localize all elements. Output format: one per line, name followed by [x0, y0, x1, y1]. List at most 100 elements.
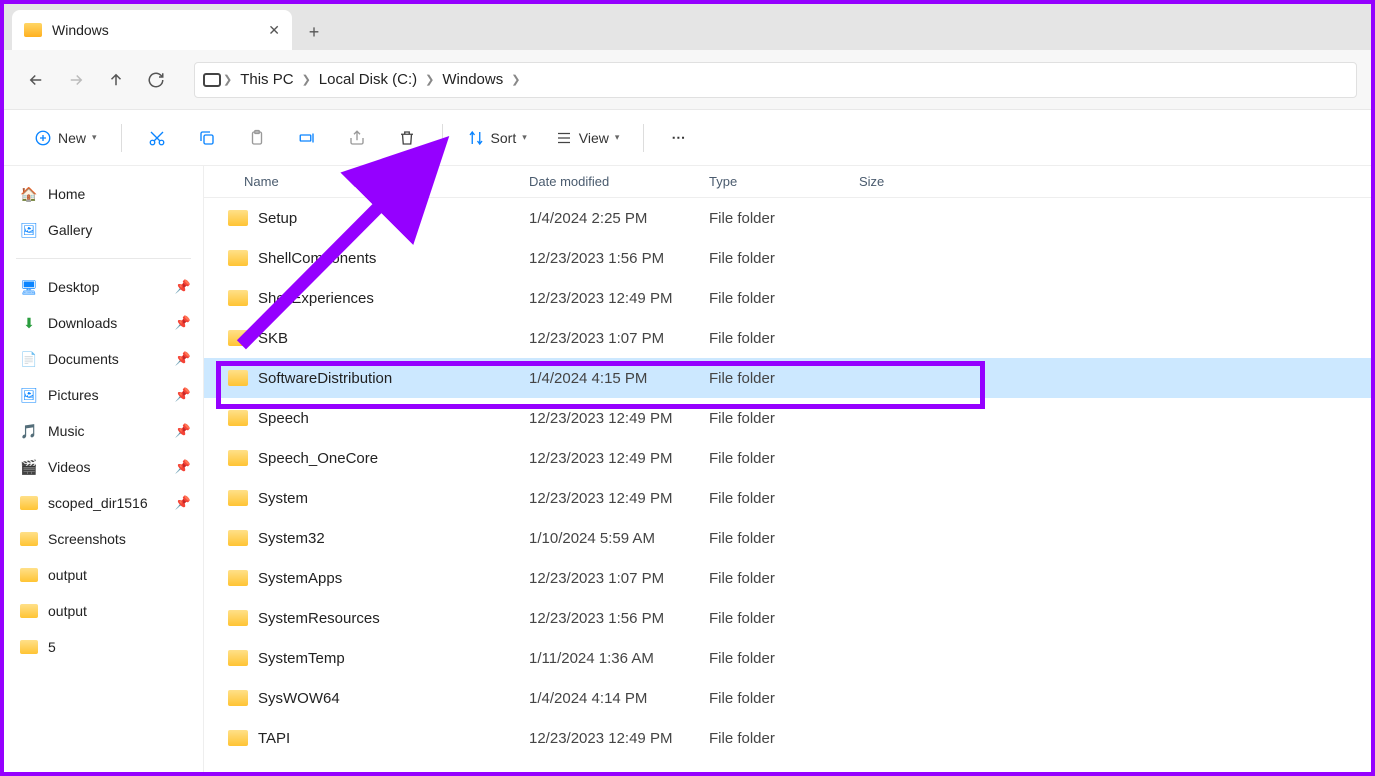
home-icon: 🏠 [20, 185, 38, 203]
file-row[interactable]: Speech_OneCore12/23/2023 12:49 PMFile fo… [204, 438, 1371, 478]
file-row[interactable]: SoftwareDistribution1/4/2024 4:15 PMFile… [204, 358, 1371, 398]
sidebar-label: Home [48, 186, 85, 202]
copy-button[interactable] [186, 120, 228, 156]
file-type: File folder [709, 570, 859, 587]
file-type: File folder [709, 370, 859, 387]
file-name: System32 [258, 530, 529, 547]
forward-button[interactable] [58, 62, 94, 98]
file-row[interactable]: ShellComponents12/23/2023 1:56 PMFile fo… [204, 238, 1371, 278]
sidebar-item-videos[interactable]: 🎬Videos📌 [10, 449, 197, 485]
nav-bar: ❯ This PC ❯ Local Disk (C:) ❯ Windows ❯ [4, 50, 1371, 110]
file-date: 1/4/2024 4:15 PM [529, 370, 709, 387]
separator [643, 124, 644, 152]
download-icon: ⬇ [20, 314, 38, 332]
file-row[interactable]: System321/10/2024 5:59 AMFile folder [204, 518, 1371, 558]
monitor-icon [203, 73, 221, 87]
file-row[interactable]: SKB12/23/2023 1:07 PMFile folder [204, 318, 1371, 358]
column-date[interactable]: Date modified [529, 174, 709, 189]
file-date: 12/23/2023 1:07 PM [529, 570, 709, 587]
folder-icon [20, 604, 38, 618]
sidebar-item-screenshots[interactable]: Screenshots [10, 521, 197, 557]
column-type[interactable]: Type [709, 174, 859, 189]
column-size[interactable]: Size [859, 174, 939, 189]
view-label: View [579, 130, 609, 146]
sort-label: Sort [491, 130, 517, 146]
folder-icon [228, 330, 248, 346]
file-row[interactable]: System12/23/2023 12:49 PMFile folder [204, 478, 1371, 518]
folder-icon [228, 690, 248, 706]
file-row[interactable]: Speech12/23/2023 12:49 PMFile folder [204, 398, 1371, 438]
sidebar-label: output [48, 603, 87, 619]
breadcrumb-this-pc[interactable]: This PC [234, 71, 299, 88]
breadcrumb-windows[interactable]: Windows [436, 71, 509, 88]
file-name: SKB [258, 330, 529, 347]
pin-icon: 📌 [175, 423, 191, 439]
pin-icon: 📌 [175, 351, 191, 367]
file-date: 1/11/2024 1:36 AM [529, 650, 709, 667]
folder-icon [20, 532, 38, 546]
chevron-right-icon: ❯ [509, 73, 522, 86]
sidebar-item-pictures[interactable]: 🖼Pictures📌 [10, 377, 197, 413]
sidebar-label: Pictures [48, 387, 99, 403]
sidebar-item-documents[interactable]: 📄Documents📌 [10, 341, 197, 377]
close-tab-icon[interactable]: ✕ [268, 22, 280, 39]
delete-button[interactable] [386, 120, 428, 156]
file-row[interactable]: Setup1/4/2024 2:25 PMFile folder [204, 198, 1371, 238]
file-name: Speech_OneCore [258, 450, 529, 467]
up-button[interactable] [98, 62, 134, 98]
folder-icon [228, 210, 248, 226]
new-tab-button[interactable]: + [296, 14, 332, 50]
folder-icon [228, 370, 248, 386]
file-row[interactable]: SysWOW641/4/2024 4:14 PMFile folder [204, 678, 1371, 718]
folder-icon [228, 570, 248, 586]
sidebar-label: Music [48, 423, 85, 439]
more-button[interactable]: ⋯ [658, 120, 700, 156]
sidebar-item-desktop[interactable]: 🖥Desktop📌 [10, 269, 197, 305]
folder-icon [228, 610, 248, 626]
file-type: File folder [709, 690, 859, 707]
file-row[interactable]: SystemApps12/23/2023 1:07 PMFile folder [204, 558, 1371, 598]
paste-button[interactable] [236, 120, 278, 156]
folder-icon [228, 730, 248, 746]
file-type: File folder [709, 450, 859, 467]
sidebar-item-scoped-dir1516[interactable]: scoped_dir1516📌 [10, 485, 197, 521]
file-type: File folder [709, 410, 859, 427]
share-button[interactable] [336, 120, 378, 156]
sidebar-gallery[interactable]: 🖼Gallery [10, 212, 197, 248]
folder-icon [228, 410, 248, 426]
file-row[interactable]: TAPI12/23/2023 12:49 PMFile folder [204, 718, 1371, 758]
folder-icon [228, 290, 248, 306]
file-row[interactable]: SystemResources12/23/2023 1:56 PMFile fo… [204, 598, 1371, 638]
sidebar-item-5[interactable]: 5 [10, 629, 197, 665]
sidebar-label: Downloads [48, 315, 117, 331]
column-name[interactable]: Name [204, 174, 529, 189]
sort-button[interactable]: Sort ▾ [457, 120, 537, 156]
view-button[interactable]: View ▾ [545, 120, 630, 156]
separator [121, 124, 122, 152]
sidebar-label: Documents [48, 351, 119, 367]
sidebar-item-output[interactable]: output [10, 593, 197, 629]
pin-icon: 📌 [175, 459, 191, 475]
new-button[interactable]: New ▾ [24, 120, 107, 156]
rename-button[interactable] [286, 120, 328, 156]
file-type: File folder [709, 330, 859, 347]
breadcrumb-local-disk[interactable]: Local Disk (C:) [313, 71, 423, 88]
refresh-button[interactable] [138, 62, 174, 98]
file-type: File folder [709, 530, 859, 547]
file-type: File folder [709, 650, 859, 667]
tab-windows[interactable]: Windows ✕ [12, 10, 292, 50]
column-headers: Name Date modified Type Size [204, 166, 1371, 198]
cut-button[interactable] [136, 120, 178, 156]
sidebar-item-output[interactable]: output [10, 557, 197, 593]
back-button[interactable] [18, 62, 54, 98]
pin-icon: 📌 [175, 387, 191, 403]
file-name: System [258, 490, 529, 507]
sidebar-item-downloads[interactable]: ⬇Downloads📌 [10, 305, 197, 341]
file-row[interactable]: ShellExperiences12/23/2023 12:49 PMFile … [204, 278, 1371, 318]
sidebar-label: 5 [48, 639, 56, 655]
sidebar-item-music[interactable]: 🎵Music📌 [10, 413, 197, 449]
sidebar-home[interactable]: 🏠 Home [10, 176, 197, 212]
address-bar[interactable]: ❯ This PC ❯ Local Disk (C:) ❯ Windows ❯ [194, 62, 1357, 98]
file-row[interactable]: SystemTemp1/11/2024 1:36 AMFile folder [204, 638, 1371, 678]
sidebar-label: Desktop [48, 279, 99, 295]
